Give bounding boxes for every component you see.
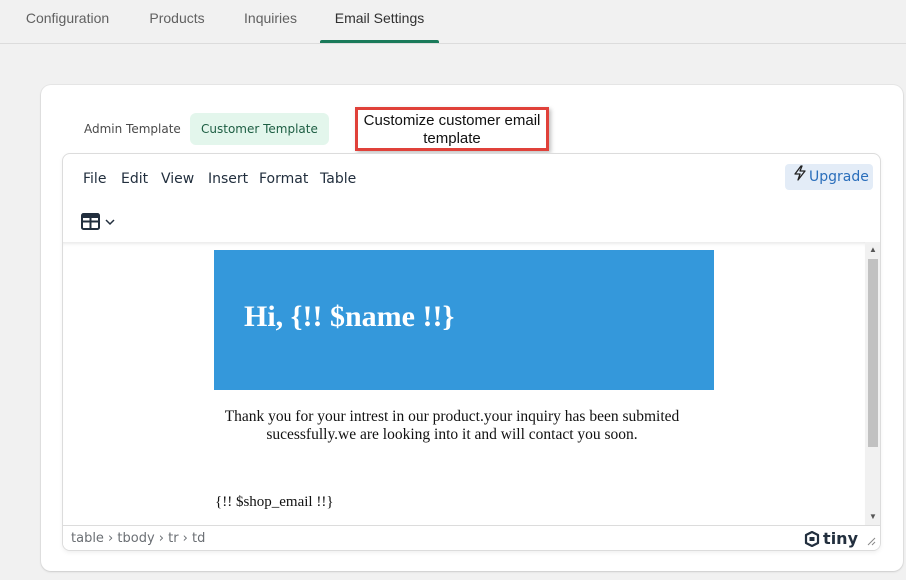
- tiny-brand-label: tiny: [823, 529, 858, 548]
- table-icon: [81, 213, 115, 230]
- tab-configuration[interactable]: Configuration: [24, 0, 111, 43]
- editor-menubar: File Edit View Insert Format Table Upgra…: [63, 154, 880, 204]
- editor-toolbar: [63, 204, 880, 242]
- element-path[interactable]: table › tbody › tr › td: [71, 531, 205, 546]
- lightning-icon: [793, 164, 807, 190]
- menu-insert[interactable]: Insert: [208, 171, 248, 187]
- email-shop-email: {!! $shop_email !!}: [215, 494, 334, 510]
- scroll-up-arrow-icon[interactable]: ▲: [865, 242, 880, 258]
- tiny-logo-icon: [804, 530, 820, 550]
- admin-template-tab[interactable]: Admin Template: [73, 113, 192, 145]
- tab-email-settings[interactable]: Email Settings: [320, 0, 439, 43]
- rich-text-editor: File Edit View Insert Format Table Upgra…: [62, 153, 881, 551]
- menu-edit[interactable]: Edit: [121, 171, 148, 187]
- email-hero-banner: Hi, {!! $name !!}: [214, 250, 714, 390]
- resize-handle-icon[interactable]: [867, 537, 876, 546]
- editor-content-area[interactable]: Hi, {!! $name !!} Thank you for your int…: [63, 242, 865, 525]
- tab-products[interactable]: Products: [149, 0, 205, 43]
- table-dropdown-button[interactable]: [81, 210, 121, 234]
- customer-template-tab[interactable]: Customer Template: [190, 113, 329, 145]
- editor-statusbar: table › tbody › tr › td tiny: [63, 525, 880, 550]
- menu-table[interactable]: Table: [320, 171, 356, 187]
- annotation-callout: Customize customer email template: [355, 107, 549, 151]
- menu-format[interactable]: Format: [259, 171, 308, 187]
- menu-view[interactable]: View: [161, 171, 194, 187]
- tiny-brand[interactable]: tiny: [804, 529, 858, 550]
- upgrade-button[interactable]: Upgrade: [785, 164, 873, 190]
- email-body-text: Thank you for your intrest in our produc…: [224, 408, 680, 443]
- editor-scrollbar[interactable]: ▲ ▼: [865, 242, 880, 525]
- upgrade-label: Upgrade: [809, 169, 869, 185]
- scroll-down-arrow-icon[interactable]: ▼: [865, 509, 880, 525]
- scrollbar-thumb[interactable]: [868, 259, 878, 447]
- tab-inquiries[interactable]: Inquiries: [243, 0, 298, 43]
- menu-file[interactable]: File: [83, 171, 106, 187]
- email-greeting-heading: Hi, {!! $name !!}: [244, 300, 455, 333]
- top-tabs-bar: Configuration Products Inquiries Email S…: [0, 0, 906, 44]
